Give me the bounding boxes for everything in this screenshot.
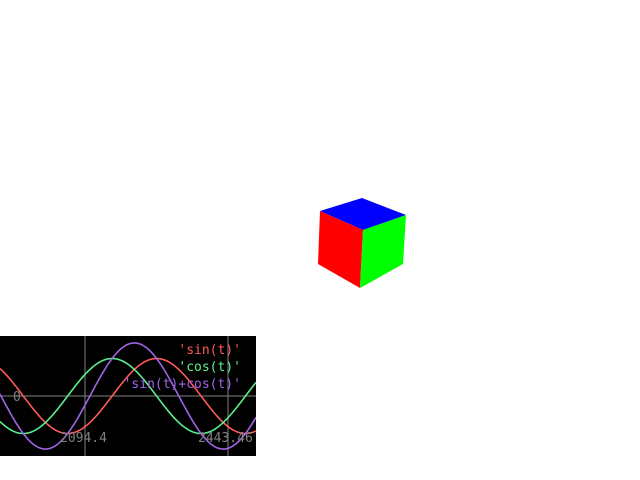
- legend-entry-sin: 'sin(t)': [178, 343, 241, 358]
- y-tick-label: 0: [13, 390, 21, 405]
- x-tick-label: 2094.4: [60, 431, 107, 446]
- legend-entry-sum: 'sin(t)+cos(t)': [124, 377, 241, 392]
- render-viewport: 0 2094.4 2443.46 'sin(t)' 'cos(t)' 'sin(…: [0, 0, 640, 480]
- rgb-cube: [318, 198, 406, 288]
- line-chart: 0 2094.4 2443.46 'sin(t)' 'cos(t)' 'sin(…: [0, 336, 256, 456]
- graph-overlay: 0 2094.4 2443.46 'sin(t)' 'cos(t)' 'sin(…: [0, 336, 256, 456]
- legend-entry-cos: 'cos(t)': [178, 360, 241, 375]
- x-tick-label: 2443.46: [198, 431, 253, 446]
